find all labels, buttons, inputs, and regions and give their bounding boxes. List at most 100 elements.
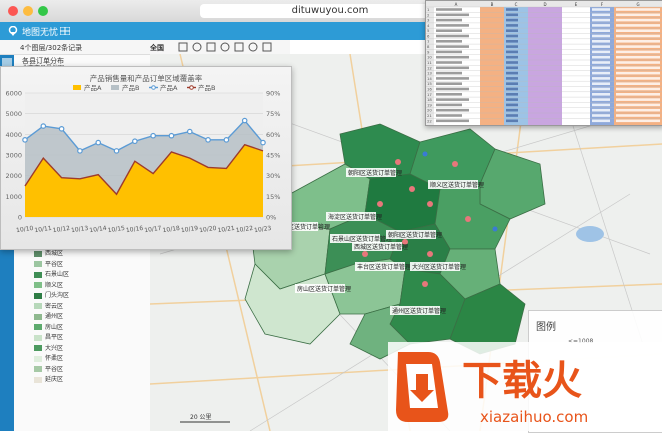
data-point[interactable] xyxy=(40,123,47,129)
sheet-cell[interactable] xyxy=(616,50,660,54)
sheet-cell[interactable] xyxy=(506,29,518,32)
sheet-cell[interactable] xyxy=(616,18,660,22)
sheet-cell[interactable] xyxy=(592,93,610,96)
sheet-cell[interactable] xyxy=(616,29,660,32)
sheet-cell[interactable] xyxy=(436,98,469,101)
map-marker-icon[interactable] xyxy=(362,251,368,257)
sheet-cell[interactable] xyxy=(592,55,610,59)
close-window-button[interactable] xyxy=(8,6,18,16)
sheet-cell[interactable] xyxy=(616,98,660,101)
sheet-cell[interactable] xyxy=(506,87,518,91)
sheet-cell[interactable] xyxy=(616,13,660,17)
map-marker-icon[interactable] xyxy=(452,161,458,167)
sheet-column-header[interactable]: A xyxy=(455,2,458,7)
sheet-cell[interactable] xyxy=(592,77,610,80)
data-point[interactable] xyxy=(22,137,28,143)
district-list-item[interactable]: 顺义区 xyxy=(34,281,63,290)
measure-icon[interactable] xyxy=(220,42,230,52)
region-selector[interactable]: 全国 xyxy=(150,43,164,53)
sheet-cell[interactable] xyxy=(436,34,469,38)
sheet-cell[interactable] xyxy=(436,45,469,48)
sheet-column-header[interactable]: G xyxy=(636,2,639,7)
sheet-cell[interactable] xyxy=(506,24,518,27)
district-list-item[interactable]: 通州区 xyxy=(34,312,63,321)
select-icon[interactable] xyxy=(206,42,216,52)
sheet-cell[interactable] xyxy=(436,93,462,96)
sheet-cell[interactable] xyxy=(616,61,660,64)
sheet-cell[interactable] xyxy=(436,87,469,91)
sheet-cell[interactable] xyxy=(616,87,660,91)
sheet-cell[interactable] xyxy=(616,119,660,123)
data-point[interactable] xyxy=(260,139,266,146)
sheet-cell[interactable] xyxy=(616,66,660,70)
zoom-window-button[interactable] xyxy=(38,6,48,16)
sheet-column-header[interactable]: B xyxy=(491,2,494,7)
sheet-cell[interactable] xyxy=(616,77,660,80)
sheet-cell[interactable] xyxy=(616,40,660,43)
sheet-cell[interactable] xyxy=(436,103,462,107)
map-marker-icon[interactable] xyxy=(427,201,433,207)
sheet-cell[interactable] xyxy=(592,108,610,112)
sheet-cell[interactable] xyxy=(506,114,518,117)
sheet-cell[interactable] xyxy=(436,119,469,123)
map-marker-icon[interactable] xyxy=(465,216,471,222)
sheet-cell[interactable] xyxy=(592,71,610,75)
district-list-item[interactable]: 石景山区 xyxy=(34,270,69,279)
sheet-cell[interactable] xyxy=(436,13,469,17)
district-list-item[interactable]: 房山区 xyxy=(34,323,63,332)
sheet-cell[interactable] xyxy=(616,71,660,75)
sheet-cell[interactable] xyxy=(616,114,660,117)
sheet-cell[interactable] xyxy=(592,103,610,107)
grid-icon[interactable] xyxy=(60,27,70,35)
sheet-cell[interactable] xyxy=(616,103,660,107)
map-marker-icon[interactable] xyxy=(422,151,428,157)
sheet-cell[interactable] xyxy=(436,71,462,75)
sheet-cell[interactable] xyxy=(506,34,518,38)
sheet-cell[interactable] xyxy=(436,29,462,32)
sheet-cell[interactable] xyxy=(436,18,462,22)
print-icon[interactable] xyxy=(234,42,244,52)
sheet-cell[interactable] xyxy=(436,61,462,64)
sheet-cell[interactable] xyxy=(506,119,518,123)
sheet-cell[interactable] xyxy=(592,40,610,43)
map-marker-icon[interactable] xyxy=(409,186,415,192)
sheet-cell[interactable] xyxy=(436,77,469,80)
sheet-cell[interactable] xyxy=(506,82,518,85)
sheet-cell[interactable] xyxy=(506,61,518,64)
data-point[interactable] xyxy=(113,148,120,154)
sheet-cell[interactable] xyxy=(592,34,610,38)
sheet-cell[interactable] xyxy=(592,119,610,123)
sheet-column-header[interactable]: D xyxy=(543,2,546,7)
fullscreen-icon[interactable] xyxy=(262,42,272,52)
sheet-cell[interactable] xyxy=(436,82,462,85)
map-marker-icon[interactable] xyxy=(427,251,433,257)
address-bar[interactable]: dituwuyou.com xyxy=(200,4,460,18)
sheet-column-header[interactable]: C xyxy=(515,2,518,7)
sheet-cell[interactable] xyxy=(506,103,518,107)
sheet-cell[interactable] xyxy=(436,108,469,112)
district-list-item[interactable]: 大兴区 xyxy=(34,344,63,353)
minimize-window-button[interactable] xyxy=(23,6,33,16)
sheet-cell[interactable] xyxy=(506,77,518,80)
district-list-item[interactable]: 平谷区 xyxy=(34,260,63,269)
sheet-cell[interactable] xyxy=(436,66,469,70)
sheet-cell[interactable] xyxy=(506,13,518,17)
data-point[interactable] xyxy=(58,126,65,132)
data-point[interactable] xyxy=(150,132,156,139)
district-list-item[interactable]: 延庆区 xyxy=(34,375,63,384)
district-list-item[interactable]: 昌平区 xyxy=(34,333,63,342)
sheet-cell[interactable] xyxy=(506,40,518,43)
chart-window[interactable]: 产品销售量和产品订单区域覆盖率 产品A 产品B 产品A 产品B 0 1000 2000 30… xyxy=(0,66,292,250)
sheet-cell[interactable] xyxy=(506,93,518,96)
district-list-item[interactable]: 怀柔区 xyxy=(34,354,63,363)
settings-icon[interactable] xyxy=(248,42,258,52)
sheet-cell[interactable] xyxy=(592,29,610,32)
sheet-cell[interactable] xyxy=(506,18,518,22)
sheet-cell[interactable] xyxy=(436,55,469,59)
spreadsheet-window[interactable]: 1 2 3 4 5 6 7 8 9 10 11 12 13 14 15 16 17 18 19 20 21 22 ABCD… xyxy=(425,0,662,126)
district-list-item[interactable]: 平谷区 xyxy=(34,365,63,374)
data-point[interactable] xyxy=(205,137,211,143)
sheet-cell[interactable] xyxy=(616,55,660,59)
sheet-cell[interactable] xyxy=(506,108,518,112)
sheet-cell[interactable] xyxy=(592,13,610,17)
